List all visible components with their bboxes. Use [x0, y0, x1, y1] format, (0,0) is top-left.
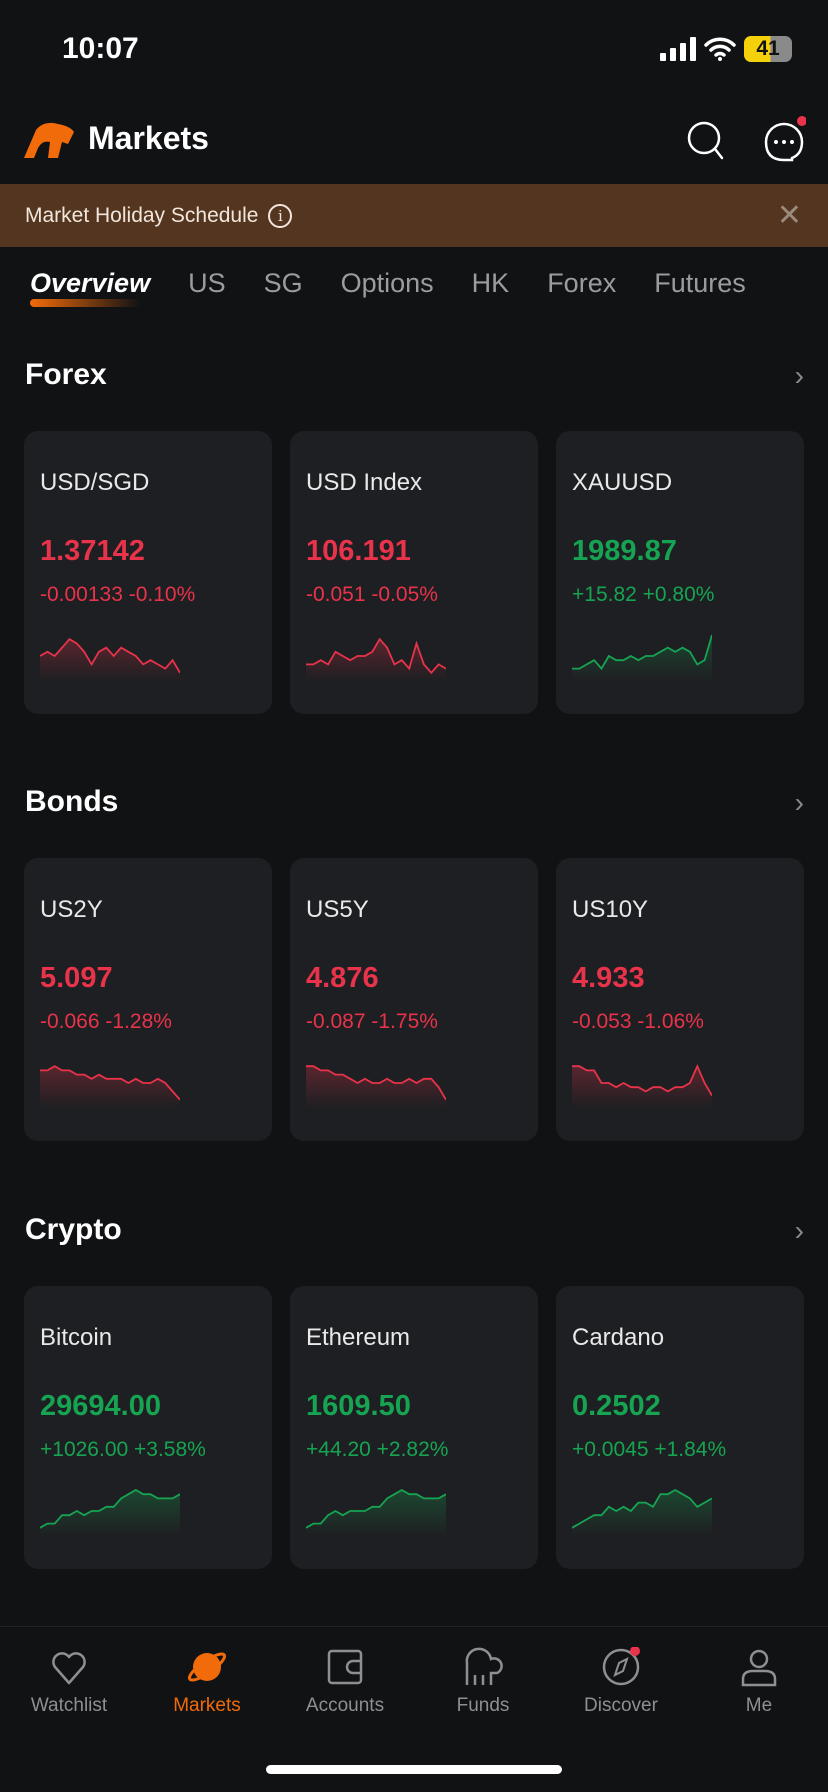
quote-card[interactable]: Ethereum 1609.50 +44.20 +2.82% — [290, 1286, 538, 1569]
instrument-price: 1989.87 — [572, 535, 677, 567]
sparkline-chart — [40, 638, 180, 681]
close-icon[interactable]: ✕ — [777, 198, 802, 233]
page-title: Markets — [88, 120, 209, 156]
banner-text: Market Holiday Schedule — [25, 203, 259, 227]
quote-card[interactable]: US2Y 5.097 -0.066 -1.28% — [24, 858, 272, 1141]
instrument-price: 1609.50 — [306, 1390, 411, 1422]
tab-bar-item-funds[interactable]: Funds — [414, 1627, 552, 1727]
sparkline-chart — [306, 637, 446, 681]
compass-icon — [602, 1647, 640, 1686]
planet-icon — [187, 1652, 227, 1682]
sparkline-chart — [306, 1065, 446, 1108]
instrument-change: -0.00133 -0.10% — [40, 583, 196, 606]
instrument-price: 106.191 — [306, 535, 411, 567]
sparkline-area — [40, 639, 180, 681]
home-indicator — [266, 1765, 562, 1774]
tab-bar-label: Watchlist — [30, 1695, 108, 1716]
sparkline-chart — [40, 1065, 180, 1108]
quote-card[interactable]: XAUUSD 1989.87 +15.82 +0.80% — [556, 431, 804, 714]
instrument-name: XAUUSD — [572, 469, 673, 496]
tab-bar-label: Funds — [456, 1695, 510, 1716]
tab-bar-label: Markets — [173, 1695, 241, 1716]
tab-bar-item-me[interactable]: Me — [690, 1627, 828, 1727]
signal-icon — [660, 37, 696, 61]
tab-bar-label: Accounts — [305, 1695, 385, 1716]
instrument-price: 4.876 — [306, 962, 379, 994]
tab-bar-item-accounts[interactable]: Accounts — [276, 1627, 414, 1727]
instrument-name: Ethereum — [306, 1324, 411, 1351]
tab-bar-label: Discover — [584, 1695, 658, 1716]
instrument-price: 5.097 — [40, 962, 113, 994]
sparkline-area — [40, 1490, 180, 1536]
sparkline-chart — [572, 634, 712, 681]
quote-card[interactable]: USD/SGD 1.37142 -0.00133 -0.10% — [24, 431, 272, 714]
sparkline-area — [572, 1066, 712, 1108]
instrument-price: 4.933 — [572, 962, 645, 994]
instrument-change: -0.066 -1.28% — [40, 1010, 172, 1033]
sparkline-chart — [572, 1488, 712, 1536]
tab-bar-label: Me — [745, 1695, 773, 1716]
logo-icon — [24, 122, 74, 158]
battery-indicator: 41 — [744, 36, 792, 62]
instrument-change: +15.82 +0.80% — [572, 583, 715, 606]
tab-sg[interactable]: SG — [264, 268, 303, 299]
wallet-icon — [327, 1649, 363, 1685]
sparkline-chart — [306, 1488, 446, 1536]
instrument-name: USD/SGD — [40, 469, 150, 496]
elephant-icon — [465, 1647, 503, 1685]
section-title-forex: Forex — [25, 358, 107, 391]
instrument-name: USD Index — [306, 469, 423, 496]
info-icon[interactable]: i — [268, 203, 293, 228]
status-time: 10:07 — [62, 32, 139, 65]
instrument-name: Bitcoin — [40, 1324, 113, 1351]
tab-overview[interactable]: Overview — [30, 268, 150, 307]
instrument-price: 29694.00 — [40, 1390, 161, 1422]
wifi-icon — [704, 37, 736, 61]
instrument-name: US5Y — [306, 896, 369, 923]
instrument-price: 1.37142 — [40, 535, 145, 567]
instrument-name: US10Y — [572, 896, 649, 923]
sparkline-area — [306, 1066, 446, 1108]
sparkline-area — [572, 1490, 712, 1536]
tab-forex[interactable]: Forex — [547, 268, 616, 299]
tab-futures[interactable]: Futures — [654, 268, 746, 299]
instrument-change: -0.053 -1.06% — [572, 1010, 704, 1033]
market-tabs: Overview US SG Options HK Forex Futures — [0, 268, 828, 307]
section-title-bonds: Bonds — [25, 785, 119, 818]
holiday-banner[interactable]: Market Holiday Schedule i ✕ — [0, 184, 828, 247]
tab-bar-item-markets[interactable]: Markets — [138, 1627, 276, 1727]
section-title-crypto: Crypto — [25, 1213, 122, 1246]
instrument-change: -0.051 -0.05% — [306, 583, 438, 606]
quote-card[interactable]: Bitcoin 29694.00 +1026.00 +3.58% — [24, 1286, 272, 1569]
sparkline-chart — [572, 1063, 712, 1108]
sparkline-area — [40, 1066, 180, 1108]
tab-hk[interactable]: HK — [472, 268, 510, 299]
instrument-change: -0.087 -1.75% — [306, 1010, 438, 1033]
quote-card[interactable]: USD Index 106.191 -0.051 -0.05% — [290, 431, 538, 714]
quote-card[interactable]: US5Y 4.876 -0.087 -1.75% — [290, 858, 538, 1141]
sparkline-area — [306, 1490, 446, 1536]
chevron-right-icon[interactable]: › — [795, 360, 804, 392]
tab-bar-item-discover[interactable]: Discover — [552, 1627, 690, 1727]
sparkline-chart — [40, 1488, 180, 1536]
instrument-name: Cardano — [572, 1324, 665, 1351]
chevron-right-icon[interactable]: › — [795, 787, 804, 819]
search-icon[interactable] — [686, 120, 726, 162]
instrument-change: +0.0045 +1.84% — [572, 1438, 727, 1461]
quote-card[interactable]: US10Y 4.933 -0.053 -1.06% — [556, 858, 804, 1141]
tab-bar-item-watchlist[interactable]: Watchlist — [0, 1627, 138, 1727]
chat-icon[interactable] — [762, 114, 806, 162]
heart-icon — [52, 1652, 86, 1685]
instrument-name: US2Y — [40, 896, 103, 923]
chevron-right-icon[interactable]: › — [795, 1215, 804, 1247]
instrument-price: 0.2502 — [572, 1390, 661, 1422]
instrument-change: +44.20 +2.82% — [306, 1438, 449, 1461]
status-icons: 41 — [660, 36, 792, 62]
quote-card[interactable]: Cardano 0.2502 +0.0045 +1.84% — [556, 1286, 804, 1569]
tab-options[interactable]: Options — [341, 268, 434, 299]
tab-us[interactable]: US — [188, 268, 226, 299]
instrument-change: +1026.00 +3.58% — [40, 1438, 206, 1461]
person-icon — [741, 1649, 777, 1687]
